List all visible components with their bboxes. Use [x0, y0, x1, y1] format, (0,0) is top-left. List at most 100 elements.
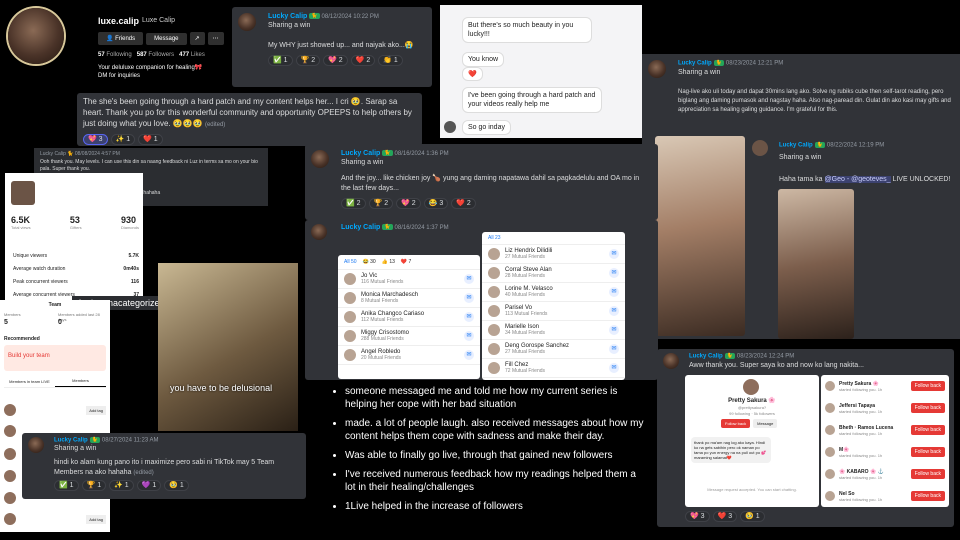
tab-live-members[interactable]: Members in team LIVE	[4, 379, 55, 387]
tab-love[interactable]: ❤️ 7	[401, 259, 411, 265]
reaction-chip[interactable]: 🏆 2	[295, 55, 321, 66]
reaction-chip[interactable]: 🥹 1	[740, 511, 765, 522]
reaction-chip[interactable]: 🏆 2	[368, 198, 394, 209]
message-button[interactable]: Message	[753, 419, 778, 428]
tab-like[interactable]: 👍 13	[382, 259, 395, 265]
timestamp: 08/23/2024 12:21 PM	[725, 60, 784, 67]
tab-haha[interactable]: 😂 30	[363, 259, 376, 265]
user-avatar[interactable]	[238, 13, 256, 31]
messenger-icon[interactable]: ✉	[464, 274, 474, 284]
messenger-icon[interactable]: ✉	[609, 287, 619, 297]
live-photo[interactable]	[655, 136, 745, 336]
mention[interactable]: @Geo - @geoteves_	[824, 176, 891, 183]
user-avatar[interactable]	[28, 437, 44, 453]
friend-row[interactable]: Corral Steve Alan 28 Mutual Friends ✉	[482, 264, 625, 283]
follow-back-button[interactable]: Follow back	[910, 447, 945, 457]
user-avatar[interactable]	[648, 60, 666, 78]
reaction-chip[interactable]: ❤️ 1	[138, 134, 163, 145]
follow-back-button[interactable]: Follow back	[910, 469, 945, 479]
messenger-icon[interactable]: ✉	[464, 331, 474, 341]
friend-row[interactable]: Angel Robledo 20 Mutual Friends ✉	[338, 346, 480, 365]
reaction-chip[interactable]: ✨ 1	[109, 479, 134, 491]
reaction-chip[interactable]: 👏 1	[378, 55, 403, 66]
team-title: Team	[48, 302, 62, 308]
messenger-icon[interactable]: ✉	[464, 312, 474, 322]
username[interactable]: Lucky Calip	[341, 150, 380, 157]
user-avatar[interactable]	[311, 150, 329, 168]
views-value: 6.5K	[11, 215, 31, 225]
follower-row[interactable]: Jeffersi Tapaya started following you. 1h…	[821, 397, 949, 419]
team-tabs: Members in team LIVE Members	[4, 378, 106, 388]
build-team-banner[interactable]: Build your team	[4, 345, 106, 371]
reaction-chip[interactable]: ✅ 1	[54, 479, 79, 491]
timestamp: 08/27/2024 11:23 AM	[101, 437, 159, 444]
messenger-icon[interactable]: ✉	[464, 350, 474, 360]
messenger-icon[interactable]: ✉	[609, 363, 619, 373]
reaction-chip[interactable]: 😂 3	[423, 198, 449, 209]
reaction-chip[interactable]: 💖 2	[323, 55, 348, 66]
share-icon[interactable]: ↗	[189, 32, 205, 45]
messenger-icon[interactable]: ✉	[609, 268, 619, 278]
follower-row[interactable]: 🌸 KABARO 🌸 ⚓ started following you. 1h Fol…	[821, 463, 949, 485]
reaction-chip[interactable]: 🏆 1	[81, 479, 107, 491]
friend-row[interactable]: Jo Vic 116 Mutual Friends ✉	[338, 270, 480, 289]
reaction-chip[interactable]: 💖 3	[685, 511, 710, 522]
add-tag-button[interactable]: Add tag	[86, 406, 106, 415]
friend-row[interactable]: Fill Chez 72 Mutual Friends ✉	[482, 359, 625, 378]
user-avatar[interactable]	[311, 224, 327, 240]
video-still[interactable]: you have to be delusional	[158, 263, 298, 431]
messenger-icon[interactable]: ✉	[464, 293, 474, 303]
user-avatar[interactable]	[663, 353, 679, 369]
add-tag-button[interactable]: Add tag	[86, 515, 106, 524]
follower-row[interactable]: M🌸 started following you. 1h Follow back	[821, 441, 949, 463]
message-button[interactable]: Message	[146, 32, 187, 45]
friend-row[interactable]: Parisel Vo 113 Mutual Friends ✉	[482, 302, 625, 321]
follow-back-button[interactable]: Follow back	[910, 403, 945, 413]
reaction-chip[interactable]: ❤️ 2	[350, 55, 376, 66]
reaction-tabs: All 50 😂 30 👍 13 ❤️ 7	[338, 255, 480, 270]
username[interactable]: Lucky Calip	[54, 438, 88, 444]
reaction-chip[interactable]: ❤️ 2	[451, 198, 476, 209]
messenger-icon[interactable]: ✉	[609, 344, 619, 354]
follower-row[interactable]: Bheth · Ramos Lucena started following yo…	[821, 419, 949, 441]
reaction-chip[interactable]: ✅ 2	[341, 198, 366, 209]
friend-row[interactable]: Lorine M. Velasco 40 Mutual Friends ✉	[482, 283, 625, 302]
friend-row[interactable]: Miggy Crisostomo 288 Mutual Friends ✉	[338, 327, 480, 346]
follow-back-button[interactable]: Follow back	[910, 425, 945, 435]
reaction-chip[interactable]: 💖 2	[396, 198, 421, 209]
live-photo[interactable]	[778, 189, 854, 339]
friends-button[interactable]: 👤 Friends	[98, 32, 144, 45]
reaction-chip[interactable]: 💜 1	[136, 479, 162, 491]
username[interactable]: Lucky Calip	[678, 61, 712, 67]
follow-back-button[interactable]: Follow back	[910, 381, 945, 391]
username[interactable]: Lucky Calip	[689, 354, 723, 360]
follow-back-button[interactable]: Follow back	[721, 419, 751, 428]
tab-members[interactable]: Members	[55, 378, 106, 387]
more-icon[interactable]: ⋯	[207, 32, 224, 45]
follower-avatar	[825, 425, 835, 435]
messenger-icon[interactable]: ✉	[609, 306, 619, 316]
views-label: Total views	[11, 225, 31, 230]
follow-back-button[interactable]: Follow back	[910, 491, 945, 501]
username[interactable]: Lucky Calip	[341, 224, 380, 231]
reaction-chip[interactable]: ✨ 1	[110, 134, 136, 145]
mutual-count: 288 Mutual Friends	[361, 336, 404, 342]
friend-row[interactable]: Anika Changco Cariaso 112 Mutual Friends ✉	[338, 308, 480, 327]
reaction-chip[interactable]: ✅ 1	[268, 55, 293, 66]
messenger-icon[interactable]: ✉	[609, 249, 619, 259]
reaction-chip[interactable]: 🥹 1	[164, 479, 189, 491]
reaction-chip[interactable]: ❤️ 3	[712, 511, 738, 522]
friend-row[interactable]: Monica Marchadesch 8 Mutual Friends ✉	[338, 289, 480, 308]
follower-row[interactable]: Nel So started following you. 1h Follow ba…	[821, 485, 949, 507]
tab-all[interactable]: All 50	[344, 259, 357, 265]
friend-row[interactable]: Marielle Ison 34 Mutual Friends ✉	[482, 321, 625, 340]
friend-row[interactable]: Deng Gorospe Sanchez 27 Mutual Friends ✉	[482, 340, 625, 359]
tab-all[interactable]: All 23	[482, 232, 625, 245]
follower-row[interactable]: Pretty Sakura 🌸 started following you. 1h…	[821, 375, 949, 397]
profile-avatar[interactable]	[8, 8, 64, 64]
friend-row[interactable]: Liz Hendrix Dilidili 27 Mutual Friends ✉	[482, 245, 625, 264]
reaction-chip[interactable]: 💖 3	[83, 134, 108, 145]
messenger-icon[interactable]: ✉	[609, 325, 619, 335]
username[interactable]: Lucky Calip	[268, 13, 307, 20]
username[interactable]: Lucky Calip	[779, 143, 813, 149]
